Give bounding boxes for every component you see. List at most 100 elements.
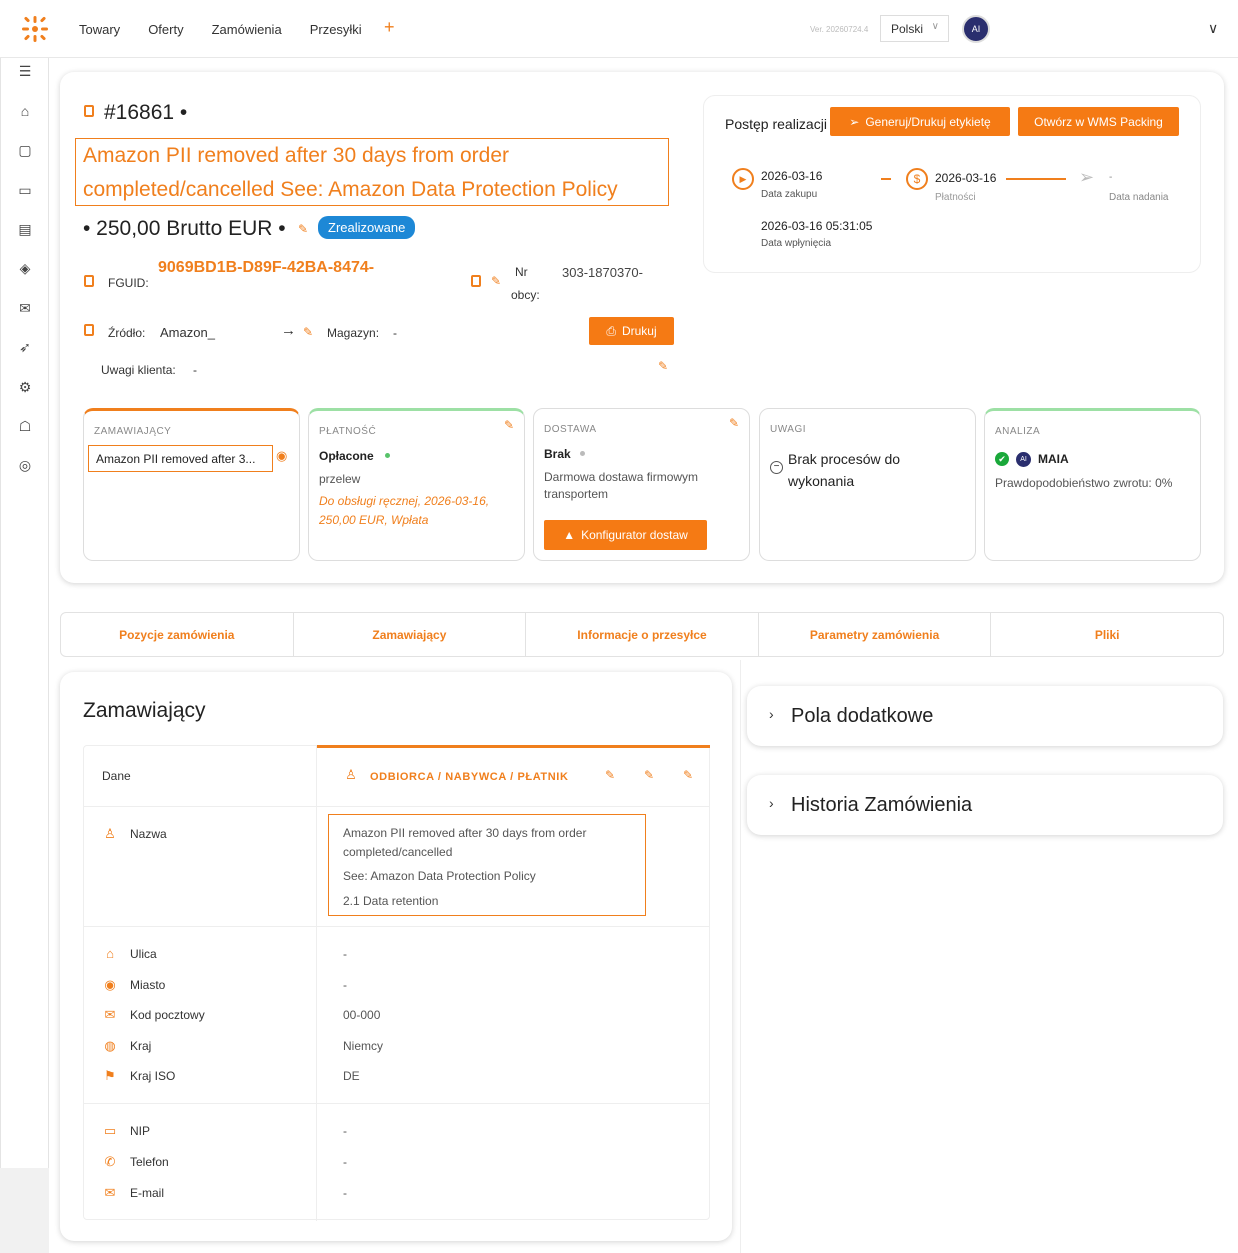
analysis-card[interactable]: ANALIZA ✔ AI MAIA Prawdopodobieństwo zwr…	[984, 408, 1201, 561]
robot-icon[interactable]: ☖	[16, 418, 34, 436]
edit-icon[interactable]: ✎	[658, 359, 668, 373]
location-pin-icon[interactable]: ◉	[276, 448, 287, 464]
payment-status: Opłacone	[319, 449, 374, 463]
nav-item-oferty[interactable]: Oferty	[148, 22, 183, 37]
payment-date: 2026-03-16	[935, 171, 997, 185]
warehouse-label: Magazyn:	[327, 326, 380, 340]
name-line: 2.1 Data retention	[343, 894, 439, 908]
buyer-card-name: Amazon PII removed after 3...	[88, 445, 273, 472]
active-col-marker	[317, 745, 710, 748]
nav-item-zamowienia[interactable]: Zamówienia	[212, 22, 282, 37]
minus-circle-icon: −	[770, 461, 783, 474]
dollar-icon: $	[906, 168, 928, 190]
order-total: • 250,00 Brutto EUR •	[83, 217, 286, 240]
payment-card[interactable]: PŁATNOŚĆ ✎ Opłacone przelew Do obsługi r…	[308, 408, 525, 561]
play-icon: ▶	[732, 168, 754, 190]
language-select[interactable]: Polski ∨	[880, 15, 949, 42]
print-button-label: Drukuj	[621, 324, 657, 338]
nav-item-towary[interactable]: Towary	[79, 22, 120, 37]
id-card-icon: ▭	[103, 1123, 117, 1138]
add-tab-icon[interactable]: +	[384, 17, 395, 38]
generate-label-button[interactable]: ➢ Generuj/Drukuj etykietę	[830, 107, 1010, 136]
edit-icon[interactable]: ✎	[644, 768, 654, 782]
copy-icon[interactable]	[84, 324, 94, 336]
phone-label: Telefon	[130, 1155, 169, 1169]
print-button[interactable]: ⎙ Drukuj	[589, 317, 674, 345]
order-tabs: Pozycje zamówienia Zamawiający Informacj…	[60, 612, 1224, 657]
country-label: Kraj	[130, 1039, 152, 1053]
ai-avatar-icon: AI	[1016, 452, 1031, 467]
edit-icon[interactable]: ✎	[303, 325, 313, 339]
user-avatar[interactable]: AI	[962, 15, 990, 43]
check-icon: ✔	[995, 452, 1009, 466]
customer-notes-value: -	[193, 363, 197, 377]
location-pin-icon: ◉	[104, 977, 116, 992]
row-divider	[84, 926, 710, 927]
progress-connector	[1006, 178, 1066, 180]
status-badge[interactable]: Zrealizowane	[318, 216, 416, 239]
nav-item-przesylki[interactable]: Przesyłki	[310, 22, 362, 37]
generate-label-text: Generuj/Drukuj etykietę	[865, 114, 991, 129]
order-number: #16861 •	[104, 101, 188, 124]
extra-fields-panel[interactable]: › Pola dodatkowe	[747, 686, 1223, 746]
dropbox-icon[interactable]: ◈	[16, 260, 34, 278]
customer-notes-label: Uwagi klienta:	[101, 363, 176, 377]
country-value: Niemcy	[343, 1039, 384, 1053]
city-value: -	[343, 978, 347, 992]
tab-pozycje[interactable]: Pozycje zamówienia	[61, 613, 294, 656]
delivery-card[interactable]: DOSTAWA ✎ Brak Darmowa dostawa firmowym …	[533, 408, 750, 561]
app-logo-icon[interactable]	[20, 14, 50, 44]
document-icon[interactable]: ▤	[16, 221, 34, 239]
notes-card-caption: UWAGI	[770, 424, 807, 435]
settings-icon[interactable]: ⚙	[16, 379, 34, 397]
order-buyer-title: Amazon PII removed after 30 days from or…	[75, 138, 669, 206]
copy-icon[interactable]	[84, 105, 94, 117]
purchase-date: 2026-03-16	[761, 169, 823, 183]
analysis-text: Prawdopodobieństwo zwrotu: 0%	[995, 476, 1173, 490]
arrow-right-icon[interactable]: →	[281, 322, 296, 339]
chevron-down-icon[interactable]: ∨	[1208, 20, 1218, 37]
delivery-configurator-button[interactable]: ▲ Konfigurator dostaw	[544, 520, 707, 550]
external-nr-value: 303-1870370-	[562, 265, 643, 280]
history-title: Historia Zamówienia	[791, 794, 973, 816]
name-label: Nazwa	[130, 827, 167, 841]
edit-icon[interactable]: ✎	[491, 274, 501, 288]
buyer-card[interactable]: ZAMAWIAJĄCY Amazon PII removed after 3..…	[83, 408, 300, 561]
edit-icon[interactable]: ✎	[605, 768, 615, 782]
home-icon[interactable]: ⌂	[16, 103, 34, 121]
analysis-name: MAIA	[1038, 452, 1069, 466]
payment-note: Do obsługi ręcznej, 2026-03-16, 250,00 E…	[319, 494, 490, 527]
delivery-card-caption: DOSTAWA	[544, 424, 597, 435]
open-wms-button[interactable]: Otwórz w WMS Packing	[1018, 107, 1179, 136]
edit-icon[interactable]: ✎	[504, 418, 514, 432]
rocket-icon[interactable]: ➶	[16, 339, 34, 357]
folder-icon[interactable]: ▭	[16, 182, 34, 200]
source-label: Źródło:	[108, 326, 146, 340]
support-icon[interactable]: ◎	[16, 457, 34, 475]
history-panel[interactable]: › Historia Zamówienia	[747, 775, 1223, 835]
flag-icon: ⚑	[104, 1068, 116, 1083]
chevron-down-icon: ∨	[931, 21, 939, 32]
payment-label: Płatności	[935, 192, 976, 203]
edit-icon[interactable]: ✎	[729, 416, 739, 430]
menu-toggle-icon[interactable]: ☰	[16, 63, 34, 81]
tab-parametry[interactable]: Parametry zamówienia	[759, 613, 992, 656]
edit-icon[interactable]: ✎	[683, 768, 693, 782]
tab-zamawiajacy[interactable]: Zamawiający	[294, 613, 527, 656]
mail-icon[interactable]: ✉	[16, 300, 34, 318]
bag-icon[interactable]: ▢	[16, 142, 34, 160]
printer-icon: ⎙	[606, 323, 616, 338]
main-nav: Towary Oferty Zamówienia Przesyłki	[79, 22, 362, 37]
delivery-configurator-label: Konfigurator dostaw	[581, 528, 688, 542]
tab-pliki[interactable]: Pliki	[991, 613, 1223, 656]
copy-icon[interactable]	[471, 275, 481, 287]
col-data-header: Dane	[102, 769, 131, 783]
fguid-value: 9069BD1B-D89F-42BA-8474-	[158, 259, 375, 276]
notes-card[interactable]: UWAGI − Brak procesów do wykonania	[759, 408, 976, 561]
country-iso-label: Kraj ISO	[130, 1069, 176, 1083]
home-icon: ⌂	[106, 946, 114, 961]
edit-icon[interactable]: ✎	[298, 222, 308, 236]
table-col-divider	[84, 746, 317, 1221]
copy-icon[interactable]	[84, 275, 94, 287]
tab-przesylka[interactable]: Informacje o przesyłce	[526, 613, 759, 656]
